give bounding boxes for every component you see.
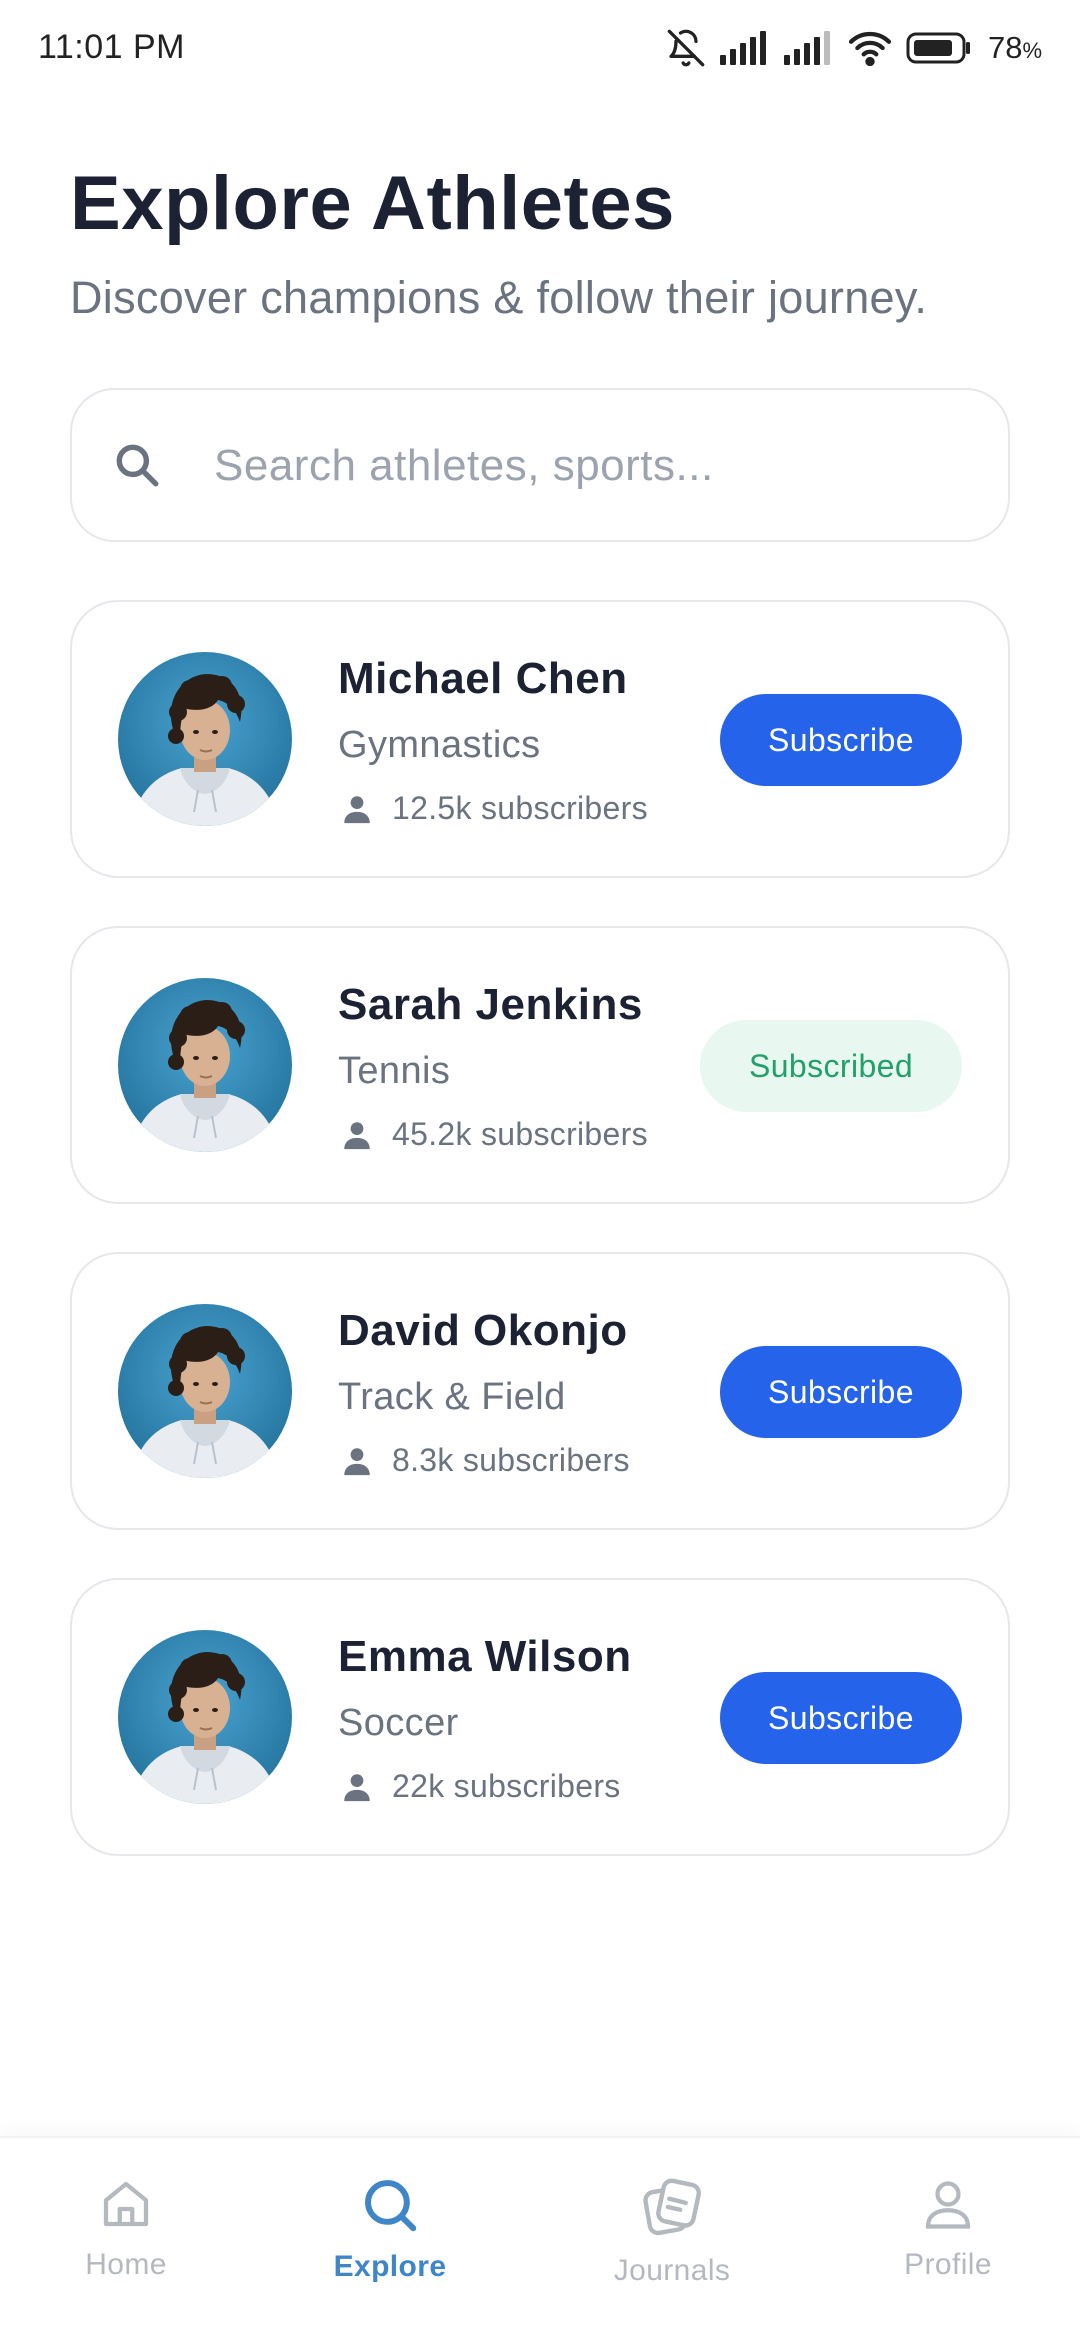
avatar[interactable] <box>118 1630 292 1804</box>
signal-icon <box>719 31 770 65</box>
athlete-sport: Track & Field <box>338 1376 566 1418</box>
subscriber-count-row: 22k subscribers <box>340 1768 621 1805</box>
avatar[interactable] <box>118 1304 292 1478</box>
bell-off-icon <box>666 28 706 68</box>
athlete-sport: Soccer <box>338 1702 459 1744</box>
subscriber-count-row: 8.3k subscribers <box>340 1442 630 1479</box>
nav-item-journals[interactable]: Journals <box>572 2174 772 2314</box>
battery-icon <box>906 32 972 64</box>
person-icon <box>340 1770 374 1804</box>
subscribe-button[interactable]: Subscribe <box>720 1672 962 1764</box>
person-icon <box>340 792 374 826</box>
person-icon <box>340 1444 374 1478</box>
nav-label-profile: Profile <box>904 2248 992 2281</box>
journal-icon <box>572 2174 772 2240</box>
status-time: 11:01 PM <box>38 28 186 66</box>
bottom-nav: Home Explore Journals Profile <box>0 2136 1080 2340</box>
nav-item-home[interactable]: Home <box>26 2174 226 2314</box>
subscriber-count-row: 45.2k subscribers <box>340 1116 648 1153</box>
search-icon <box>290 2174 490 2236</box>
athlete-card[interactable]: Sarah Jenkins Tennis 45.2k subscribers Subs… <box>70 926 1010 1204</box>
subscriber-count: 12.5k subscribers <box>392 790 648 826</box>
wifi-icon <box>848 30 892 66</box>
athlete-name: David Okonjo <box>338 1306 628 1355</box>
page-subtitle: Discover champions & follow their journe… <box>70 272 928 323</box>
subscriber-count: 22k subscribers <box>392 1768 621 1804</box>
nav-label-explore: Explore <box>333 2250 447 2283</box>
athlete-card[interactable]: Emma Wilson Soccer 22k subscribers Subscrib… <box>70 1578 1010 1856</box>
nav-label-journals: Journals <box>613 2254 731 2287</box>
athlete-name: Michael Chen <box>338 654 628 703</box>
battery-percent: 78% <box>987 30 1042 65</box>
home-icon <box>26 2174 226 2234</box>
subscribe-button[interactable]: Subscribe <box>720 1346 962 1438</box>
athlete-name: Sarah Jenkins <box>338 980 643 1029</box>
athlete-name: Emma Wilson <box>338 1632 632 1681</box>
search-icon <box>112 440 162 490</box>
subscriber-count: 45.2k subscribers <box>392 1116 648 1152</box>
athlete-sport: Tennis <box>338 1050 451 1092</box>
athlete-card[interactable]: Michael Chen Gymnastics 12.5k subscribers S… <box>70 600 1010 878</box>
status-bar: 11:01 PM 78% <box>0 0 1080 96</box>
person-icon <box>340 1118 374 1152</box>
search-bar[interactable] <box>70 388 1010 542</box>
signal-icon <box>783 31 834 65</box>
nav-item-explore[interactable]: Explore <box>290 2174 490 2314</box>
subscribe-button[interactable]: Subscribe <box>720 694 962 786</box>
avatar[interactable] <box>118 652 292 826</box>
search-input[interactable] <box>214 430 974 502</box>
page-title: Explore Athletes <box>70 161 675 246</box>
athlete-sport: Gymnastics <box>338 724 541 766</box>
subscriber-count: 8.3k subscribers <box>392 1442 630 1478</box>
avatar[interactable] <box>118 978 292 1152</box>
nav-label-home: Home <box>85 2248 167 2281</box>
athlete-card[interactable]: David Okonjo Track & Field 8.3k subscriber… <box>70 1252 1010 1530</box>
status-icons: 78% <box>666 26 1042 70</box>
subscriber-count-row: 12.5k subscribers <box>340 790 648 827</box>
user-icon <box>848 2174 1048 2234</box>
nav-item-profile[interactable]: Profile <box>848 2174 1048 2314</box>
subscribed-button[interactable]: Subscribed <box>700 1020 962 1112</box>
